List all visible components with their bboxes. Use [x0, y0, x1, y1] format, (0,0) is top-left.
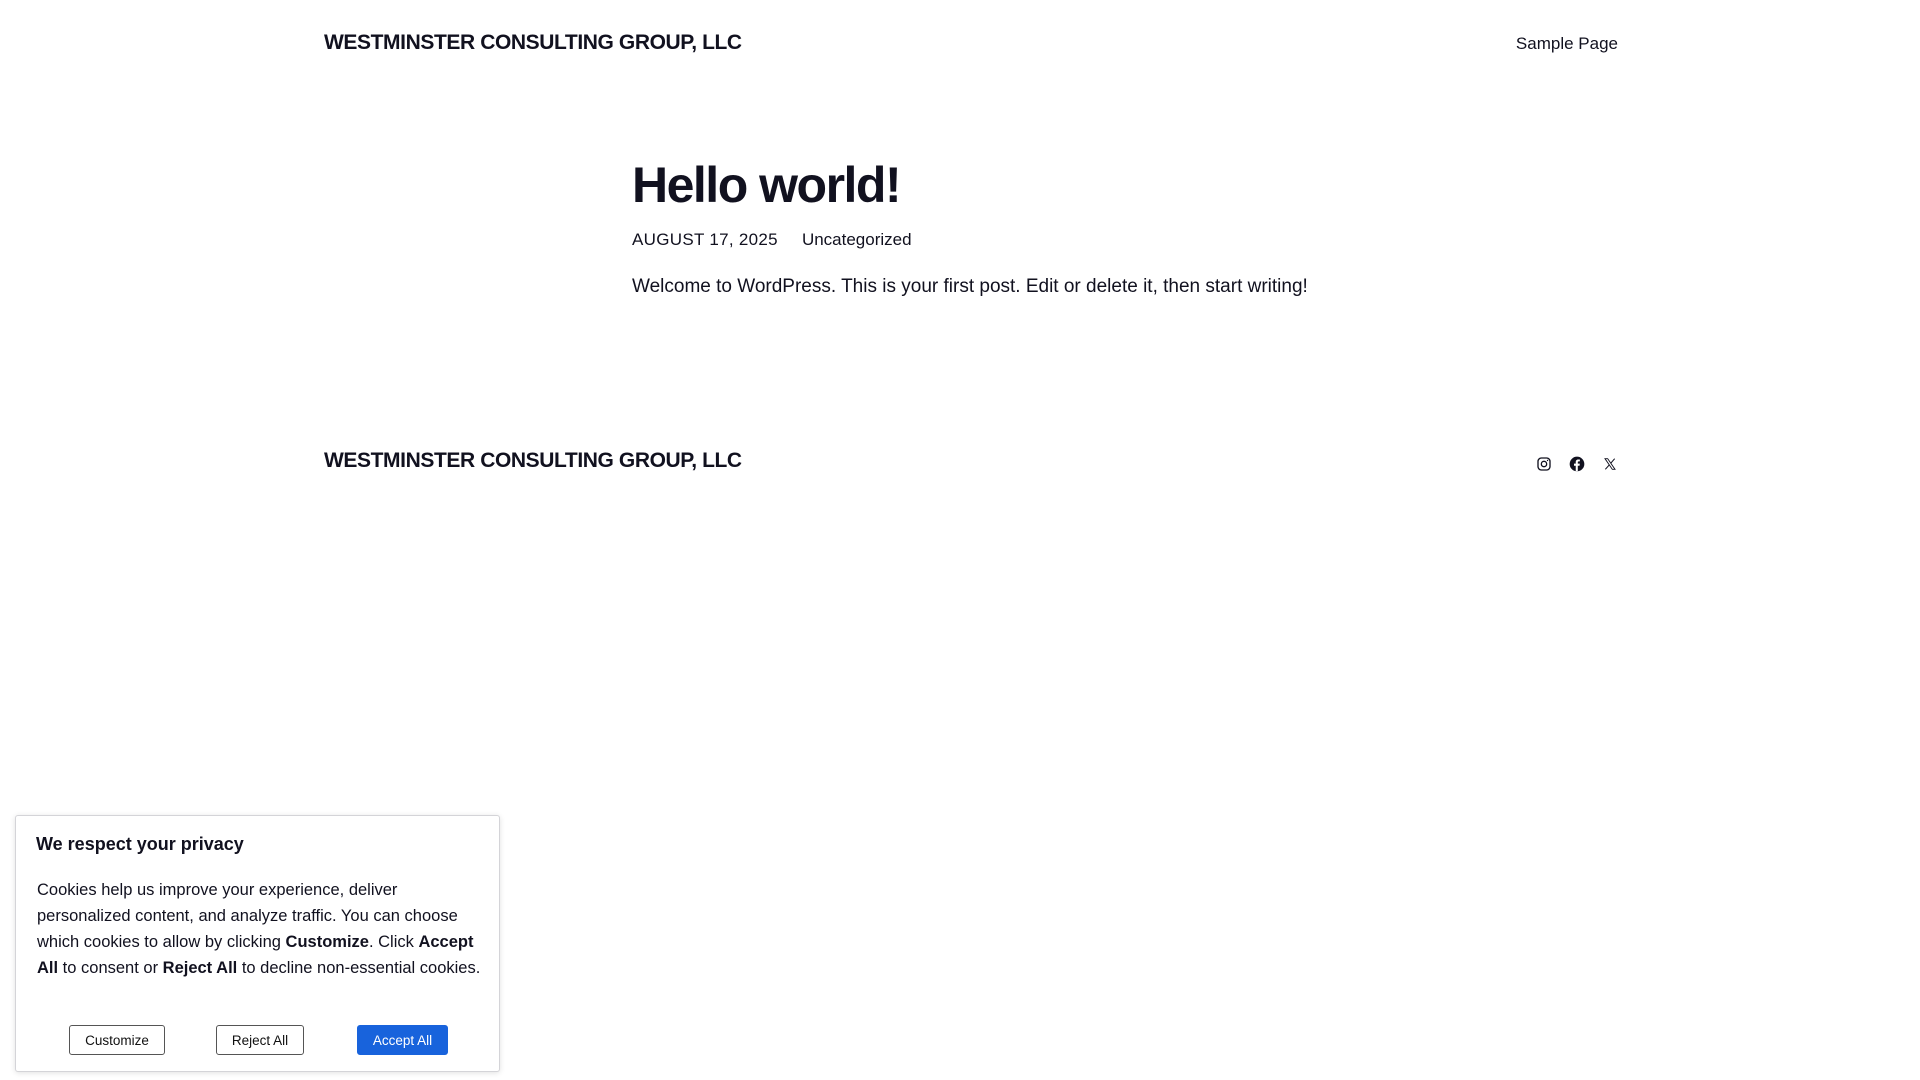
cookie-text-part: . Click [368, 933, 419, 951]
cookie-text-reject-all: Reject All [162, 959, 238, 977]
reject-all-button[interactable]: Reject All [216, 1025, 304, 1055]
cookie-banner-heading: We respect your privacy [36, 834, 244, 854]
post-title[interactable]: Hello world! [632, 154, 1308, 216]
post-category-link[interactable]: Uncategorized [802, 230, 912, 250]
nav-link-sample-page[interactable]: Sample Page [1516, 34, 1618, 54]
cookie-banner-text: Cookies help us improve your experience,… [37, 877, 483, 981]
post-date: AUGUST 17, 2025 [632, 230, 778, 249]
cookie-consent-banner: We respect your privacy Cookies help us … [15, 815, 500, 1072]
post-meta: AUGUST 17, 2025 Uncategorized [632, 230, 1308, 250]
footer-site-title-link[interactable]: WESTMINSTER CONSULTING GROUP, LLC [324, 449, 742, 473]
post: Hello world! AUGUST 17, 2025 Uncategoriz… [632, 154, 1308, 317]
cookie-text-customize: Customize [285, 933, 369, 951]
cookie-text-part: to consent or [58, 959, 163, 977]
site-title-link[interactable]: WESTMINSTER CONSULTING GROUP, LLC [324, 31, 742, 55]
instagram-icon[interactable] [1535, 455, 1553, 473]
customize-button[interactable]: Customize [69, 1025, 165, 1055]
facebook-icon[interactable] [1568, 455, 1586, 473]
post-content: Welcome to WordPress. This is your first… [632, 276, 1308, 297]
social-links [1535, 455, 1619, 473]
accept-all-button[interactable]: Accept All [357, 1025, 448, 1055]
x-icon[interactable] [1601, 455, 1619, 473]
page: WESTMINSTER CONSULTING GROUP, LLC Sample… [0, 0, 1920, 1080]
cookie-banner-buttons: Customize Reject All Accept All [16, 1025, 499, 1055]
cookie-text-part: to decline non-essential cookies. [237, 959, 481, 977]
